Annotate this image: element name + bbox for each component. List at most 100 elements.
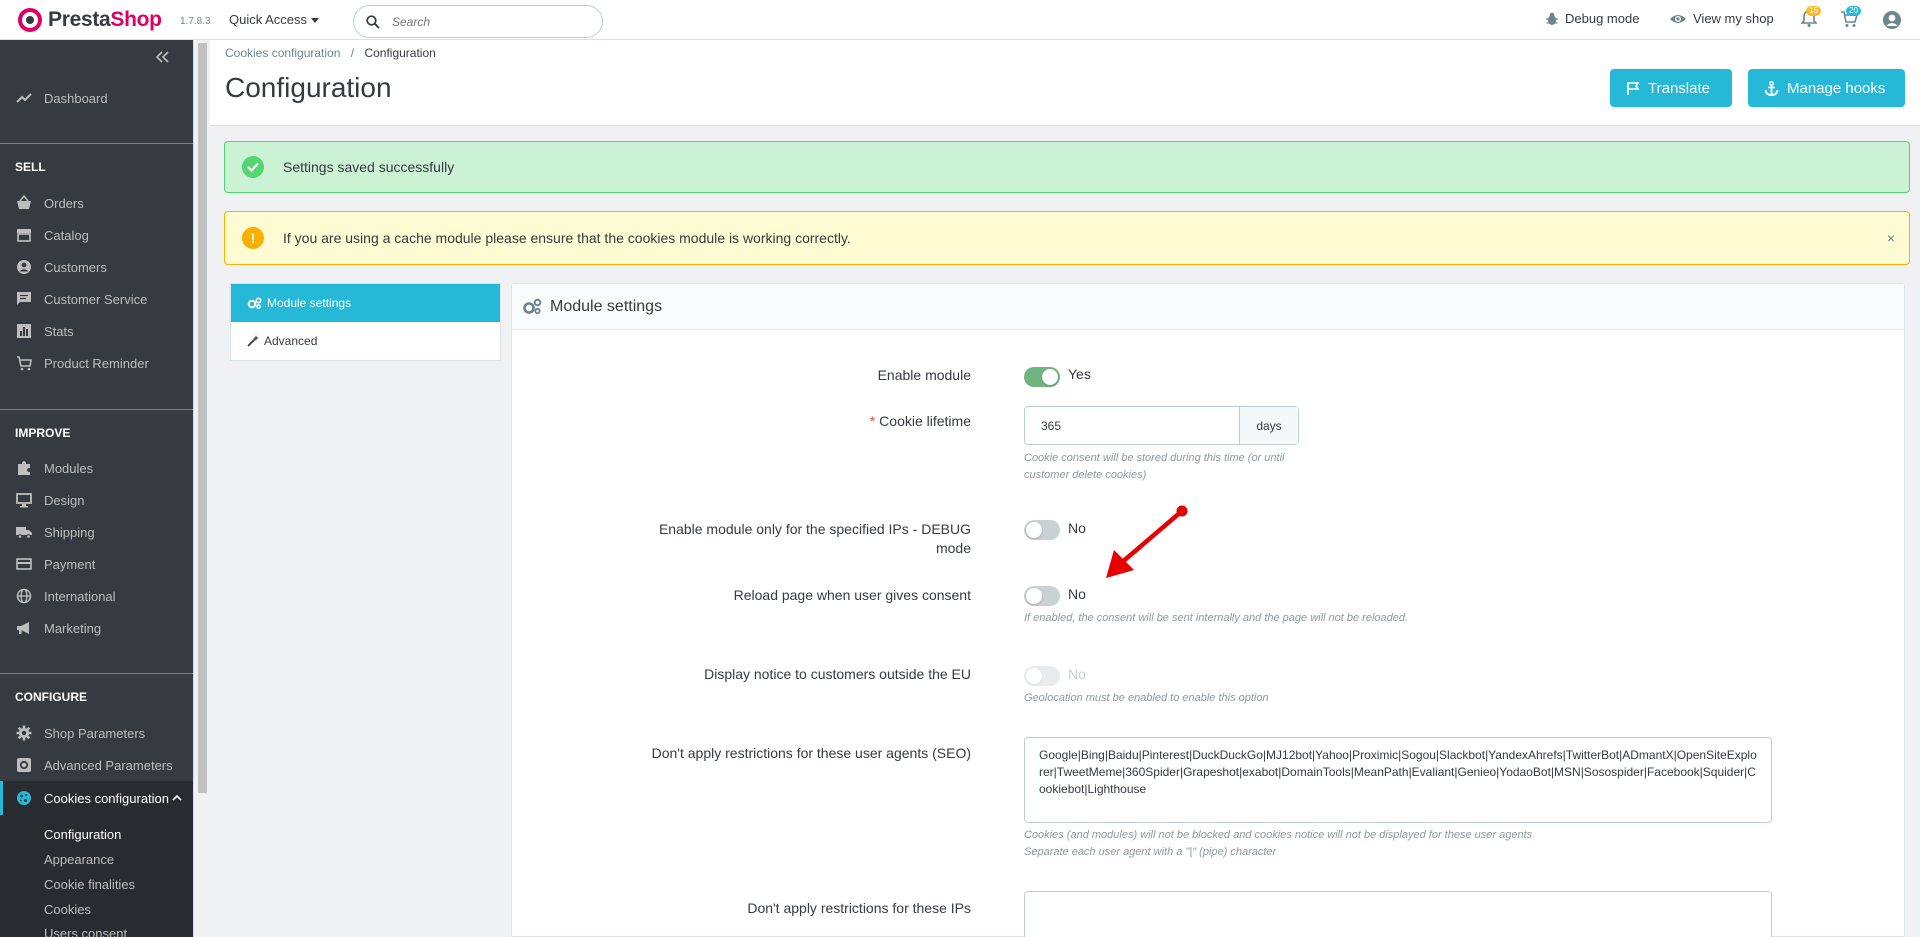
translate-label: Translate	[1648, 79, 1710, 97]
cookie-lifetime-help: Cookie consent will be stored during thi…	[1024, 452, 1285, 481]
sidebar-divider	[0, 143, 193, 144]
cookie-lifetime-group: days	[1024, 406, 1299, 445]
required-marker: *	[869, 413, 876, 429]
manage-hooks-button[interactable]: Manage hooks	[1748, 69, 1905, 107]
warning-circle-icon: !	[242, 227, 264, 249]
sidebar-scrollbar[interactable]	[193, 40, 210, 937]
sidebar-item-label: Customers	[44, 259, 107, 275]
sidebar-item-payment[interactable]: Payment	[0, 548, 193, 580]
submenu-item-configuration[interactable]: Configuration	[44, 827, 121, 842]
cookie-lifetime-label: Cookie lifetime	[879, 413, 971, 429]
sidebar-section-configure: CONFIGURE	[15, 690, 87, 704]
search-icon	[366, 15, 380, 29]
sidebar-item-design[interactable]: Design	[0, 484, 193, 516]
outside-eu-label: Display notice to customers outside the …	[704, 666, 971, 682]
reload-page-switch[interactable]	[1024, 586, 1060, 606]
bar-chart-icon	[17, 324, 31, 338]
sidebar-item-dashboard[interactable]: Dashboard	[0, 82, 193, 114]
panel-header: Module settings	[512, 284, 1904, 330]
warning-alert: ! If you are using a cache module please…	[224, 211, 1910, 265]
chevron-up-icon	[172, 794, 182, 801]
tab-label: Module settings	[267, 296, 352, 310]
credit-card-icon	[16, 558, 32, 570]
translate-button[interactable]: Translate	[1610, 69, 1732, 107]
sidebar-item-modules[interactable]: Modules	[0, 452, 193, 484]
megaphone-icon	[17, 622, 29, 634]
reload-page-help: If enabled, the consent will be sent int…	[1024, 612, 1409, 624]
success-alert: Settings saved successfully	[224, 141, 1910, 193]
gear-icon	[16, 725, 32, 741]
warning-message: If you are using a cache module please e…	[283, 230, 851, 246]
sidebar-item-label: Modules	[44, 460, 94, 476]
breadcrumb-parent[interactable]: Cookies configuration	[225, 46, 340, 60]
sidebar-item-label: Catalog	[44, 227, 89, 243]
user-agents-help-line-2: Separate each user agent with a "|" (pip…	[1024, 846, 1277, 858]
ips-textarea[interactable]	[1024, 891, 1772, 937]
submenu-item-appearance[interactable]: Appearance	[44, 852, 114, 867]
sidebar-item-orders[interactable]: Orders	[0, 187, 193, 219]
sidebar: Dashboard SELL Orders Catalog Customers …	[0, 40, 193, 937]
tab-advanced[interactable]: Advanced	[231, 322, 500, 360]
sidebar-divider	[0, 409, 193, 410]
monitor-icon	[16, 493, 32, 508]
sidebar-item-stats[interactable]: Stats	[0, 315, 193, 347]
enable-module-switch[interactable]	[1024, 367, 1060, 387]
breadcrumb-current: Configuration	[364, 46, 436, 60]
sidebar-item-marketing[interactable]: Marketing	[0, 612, 193, 644]
quick-access-label: Quick Access	[229, 12, 308, 27]
user-agents-textarea[interactable]: Google|Bing|Baidu|Pinterest|DuckDuckGo|M…	[1024, 737, 1772, 823]
submenu-item-cookies[interactable]: Cookies	[44, 902, 91, 917]
search-input[interactable]	[392, 13, 592, 31]
tab-label: Advanced	[264, 334, 318, 348]
puzzle-icon	[18, 461, 30, 475]
tab-module-settings[interactable]: Module settings	[231, 284, 500, 322]
submenu-item-users-consent[interactable]: Users consent	[44, 926, 127, 937]
sidebar-item-shop-parameters[interactable]: Shop Parameters	[0, 717, 193, 749]
manage-hooks-label: Manage hooks	[1787, 79, 1886, 97]
chat-icon	[17, 292, 31, 305]
ips-label: Don't apply restrictions for these IPs	[747, 900, 971, 916]
cookie-icon	[17, 791, 31, 805]
sidebar-item-customers[interactable]: Customers	[0, 251, 193, 283]
quick-access-dropdown[interactable]: Quick Access	[229, 12, 320, 27]
outside-eu-value: No	[1068, 666, 1086, 682]
cart-icon	[17, 356, 32, 371]
sidebar-item-label: Dashboard	[44, 90, 108, 106]
truck-icon	[16, 527, 32, 539]
brand-prefix: Presta	[48, 8, 111, 31]
sidebar-item-label: Cookies configuration	[44, 790, 170, 806]
flag-icon	[1627, 82, 1640, 95]
sidebar-item-catalog[interactable]: Catalog	[0, 219, 193, 251]
collapse-sidebar-icon[interactable]	[155, 50, 170, 68]
settings-tab-list: Module settings Advanced	[230, 283, 501, 361]
search-box[interactable]	[353, 5, 603, 38]
sidebar-item-shipping[interactable]: Shipping	[0, 516, 193, 548]
prestashop-logo[interactable]: PrestaShop	[18, 8, 162, 32]
cookie-lifetime-input[interactable]	[1025, 407, 1240, 444]
outside-eu-switch[interactable]	[1024, 666, 1060, 686]
submenu-item-cookie-finalities[interactable]: Cookie finalities	[44, 877, 135, 892]
red-arrow-annotation	[1106, 505, 1188, 578]
bug-icon	[1546, 12, 1558, 25]
breadcrumb-separator: /	[350, 46, 355, 60]
sidebar-item-cookies-configuration[interactable]: Cookies configuration	[0, 781, 193, 815]
debug-mode-label: Debug mode	[1565, 11, 1640, 26]
sidebar-item-advanced-parameters[interactable]: Advanced Parameters	[0, 749, 193, 781]
user-account-icon[interactable]	[1882, 10, 1902, 33]
sidebar-item-customer-service[interactable]: Customer Service	[0, 283, 193, 315]
user-agents-help-line-1: Cookies (and modules) will not be blocke…	[1024, 829, 1533, 841]
user-agents-help: Cookies (and modules) will not be blocke…	[1024, 827, 1724, 861]
reload-page-value: No	[1068, 586, 1086, 602]
debug-mode-link[interactable]: Debug mode	[1545, 11, 1639, 26]
submenu: Configuration Appearance Cookie finaliti…	[0, 815, 193, 937]
prestashop-logo-icon	[18, 8, 42, 32]
sidebar-item-product-reminder[interactable]: Product Reminder	[0, 347, 193, 379]
user-agents-label: Don't apply restrictions for these user …	[651, 745, 971, 761]
debug-ips-switch[interactable]	[1024, 520, 1060, 540]
sidebar-section-improve: IMPROVE	[15, 426, 71, 440]
view-shop-link[interactable]: View my shop	[1669, 11, 1774, 26]
sidebar-item-international[interactable]: International	[0, 580, 193, 612]
sidebar-scrollbar-thumb[interactable]	[198, 43, 207, 793]
debug-ips-value: No	[1068, 520, 1086, 536]
close-alert-button[interactable]: ×	[1887, 230, 1895, 246]
